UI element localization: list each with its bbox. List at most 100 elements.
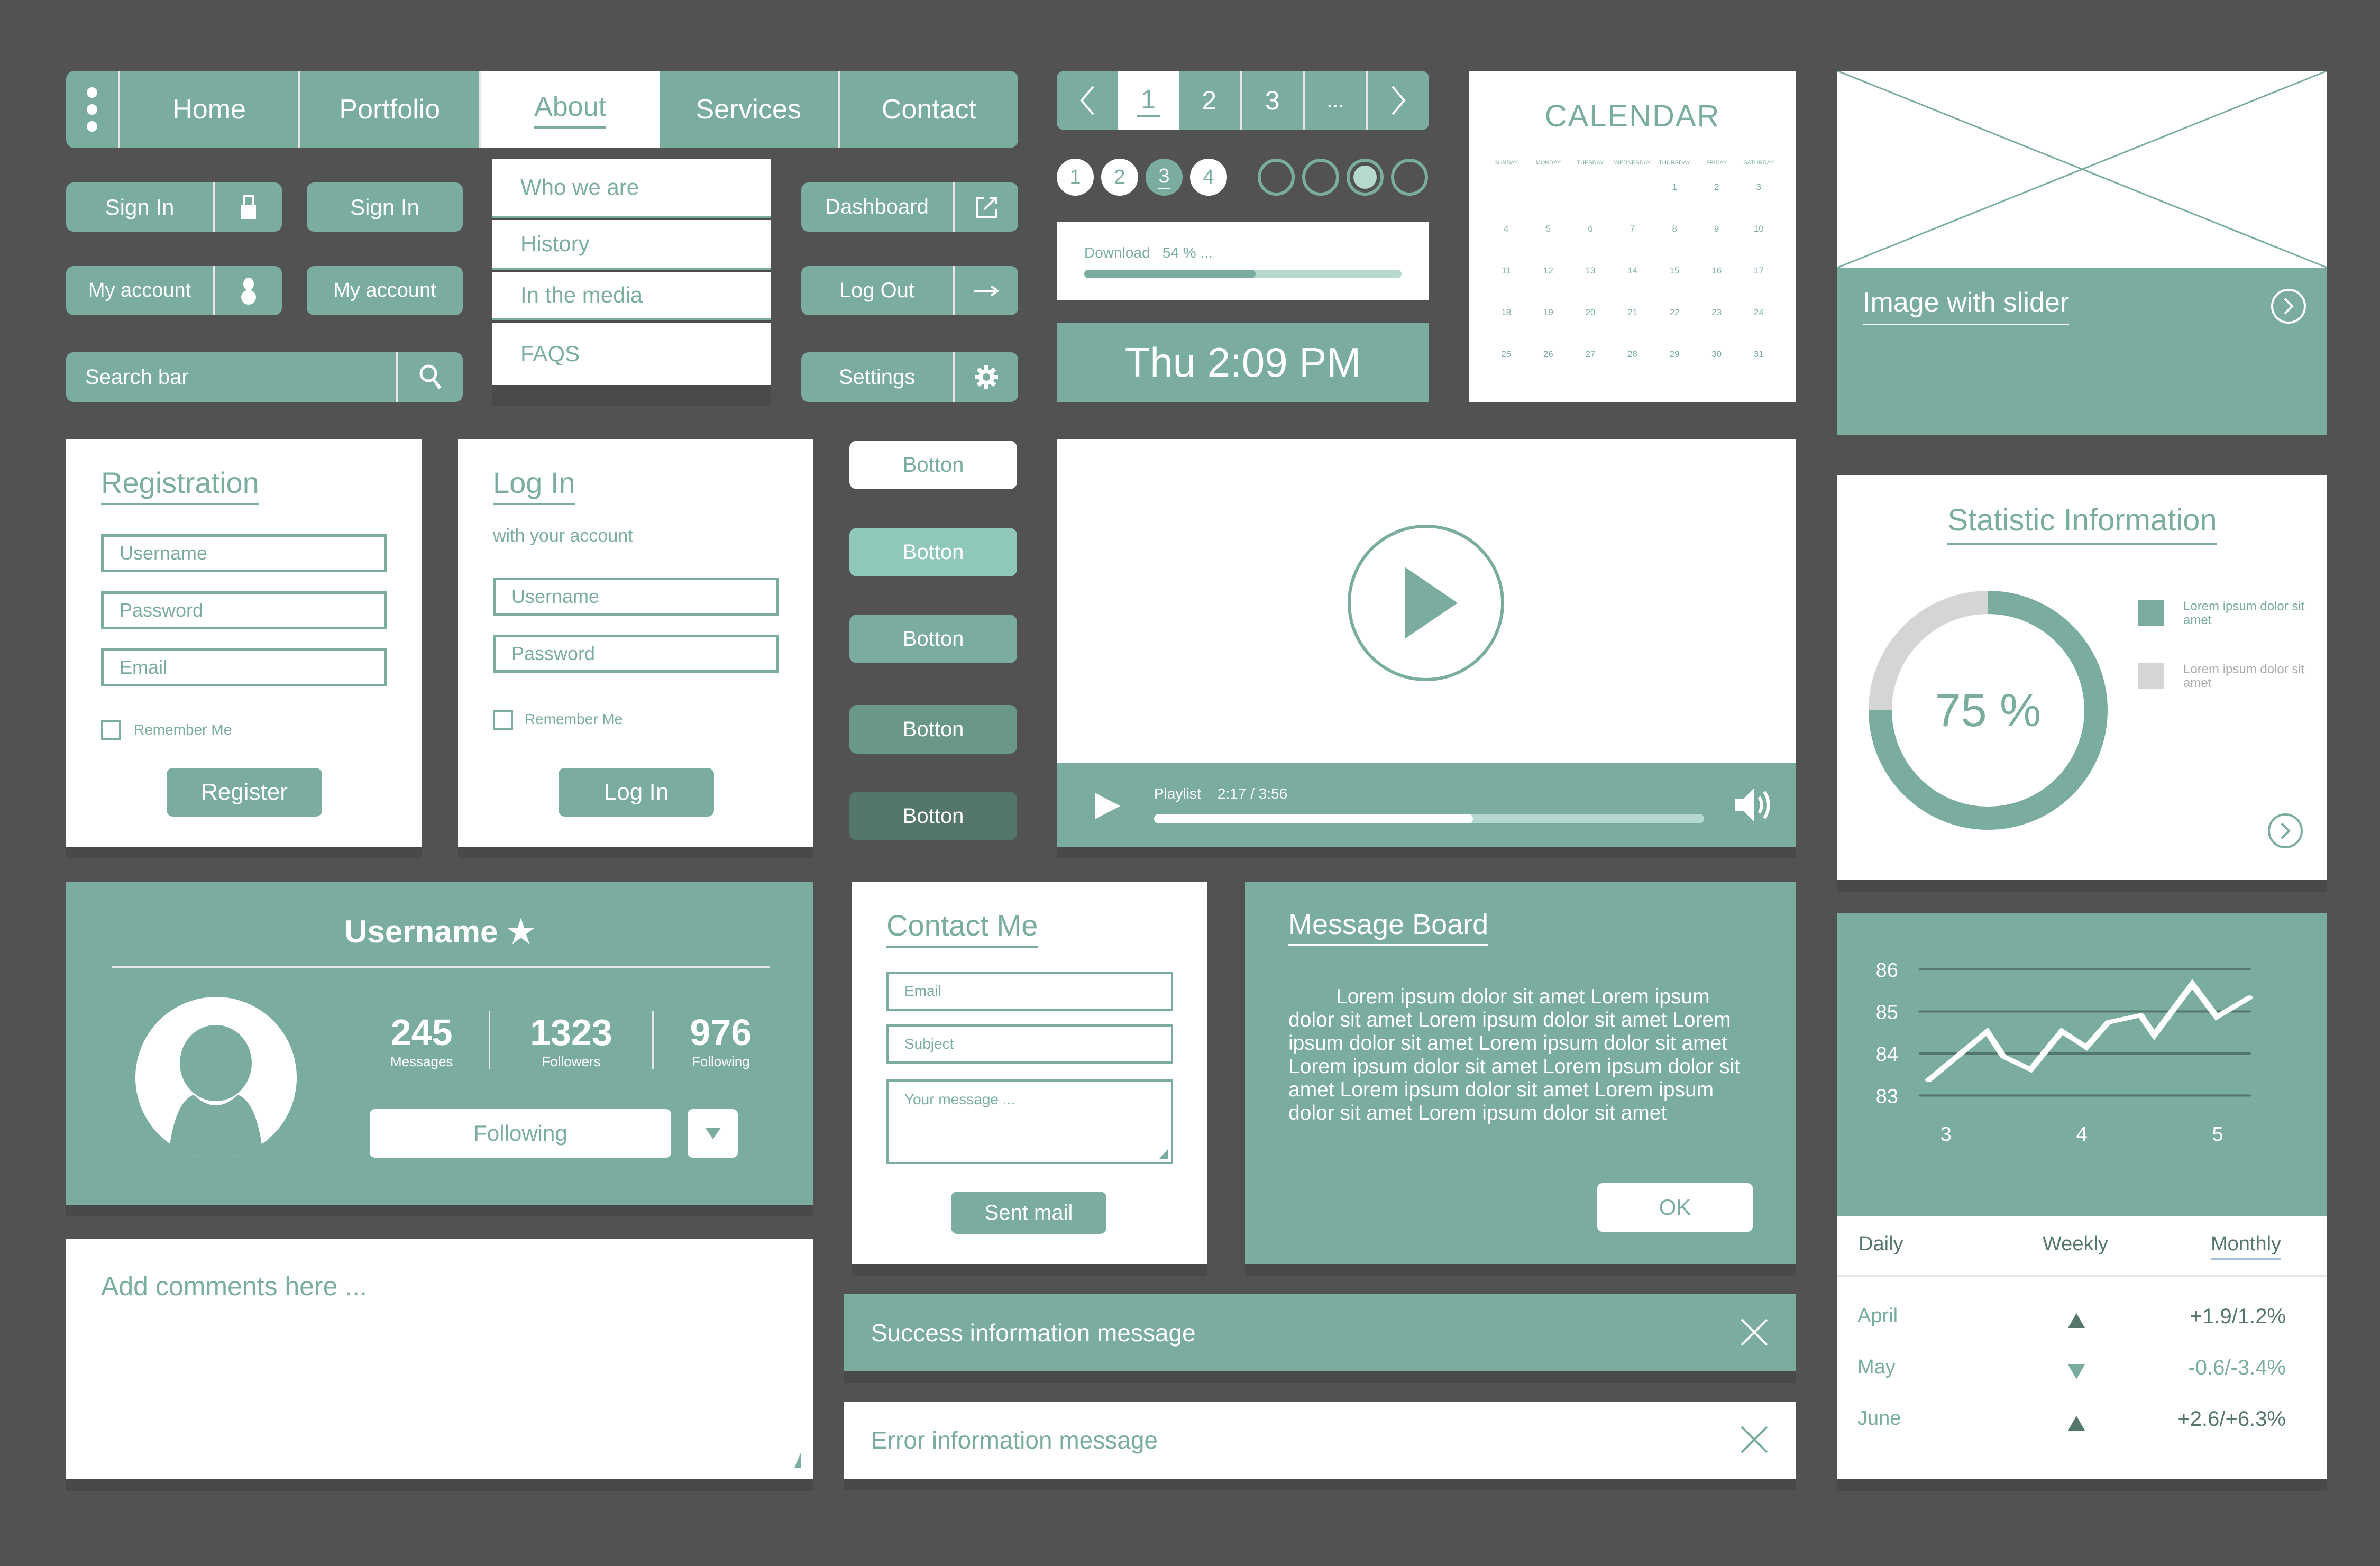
- calendar-day[interactable]: 29: [1653, 348, 1696, 390]
- login-button[interactable]: Log In: [559, 768, 714, 817]
- play-icon[interactable]: [1094, 793, 1120, 822]
- calendar-day[interactable]: 22: [1653, 306, 1696, 348]
- step-dot-3[interactable]: 3: [1146, 159, 1183, 196]
- radio-dot-3[interactable]: [1347, 159, 1384, 196]
- botton-light[interactable]: Botton: [849, 528, 1017, 576]
- calendar-day[interactable]: 19: [1527, 306, 1570, 348]
- pagination-ellipsis[interactable]: ...: [1305, 71, 1368, 130]
- tab-daily[interactable]: Daily: [1859, 1233, 1903, 1256]
- stats-next-icon[interactable]: [2268, 813, 2303, 848]
- botton-normal[interactable]: Botton: [849, 615, 1017, 663]
- nav-tab-services[interactable]: Services: [660, 71, 840, 148]
- nav-tab-contact[interactable]: Contact: [840, 71, 1018, 148]
- pagination-page-2[interactable]: 2: [1179, 71, 1242, 130]
- calendar-day[interactable]: 30: [1696, 348, 1738, 390]
- video-play-overlay-button[interactable]: [1347, 524, 1505, 682]
- registration-username-field[interactable]: Username: [101, 534, 387, 572]
- send-mail-button[interactable]: Sent mail: [951, 1192, 1106, 1234]
- search-icon[interactable]: [396, 352, 463, 402]
- step-dot-4[interactable]: 4: [1190, 159, 1227, 196]
- calendar-day[interactable]: 23: [1696, 306, 1738, 348]
- calendar-day[interactable]: 13: [1569, 264, 1612, 306]
- pagination-page-1[interactable]: 1: [1118, 71, 1179, 130]
- calendar-day[interactable]: 18: [1485, 306, 1527, 348]
- calendar-day[interactable]: 26: [1527, 348, 1570, 390]
- kebab-menu-icon[interactable]: [66, 71, 120, 148]
- step-dot-2[interactable]: 2: [1101, 159, 1138, 196]
- tab-weekly[interactable]: Weekly: [2043, 1233, 2108, 1256]
- following-button[interactable]: Following: [370, 1109, 671, 1158]
- calendar-day[interactable]: 7: [1612, 223, 1654, 264]
- radio-dot-4[interactable]: [1391, 159, 1428, 196]
- close-icon[interactable]: [1740, 1425, 1769, 1454]
- sign-in-lock-button[interactable]: Sign In: [66, 182, 282, 232]
- calendar-day[interactable]: 28: [1612, 348, 1654, 390]
- calendar-day[interactable]: 21: [1612, 306, 1654, 348]
- calendar-day[interactable]: 17: [1737, 264, 1780, 306]
- search-bar[interactable]: Search bar: [66, 352, 463, 402]
- pagination-next-button[interactable]: [1368, 71, 1429, 130]
- close-icon[interactable]: [1740, 1317, 1769, 1347]
- avatar[interactable]: [135, 997, 297, 1158]
- calendar-day[interactable]: 25: [1485, 348, 1527, 390]
- slider-next-icon[interactable]: [2271, 289, 2306, 324]
- calendar-day[interactable]: 3: [1737, 181, 1780, 223]
- calendar-day[interactable]: 15: [1653, 264, 1696, 306]
- dashboard-button[interactable]: Dashboard: [801, 182, 1018, 232]
- volume-icon[interactable]: [1734, 786, 1776, 826]
- calendar-day[interactable]: 16: [1696, 264, 1738, 306]
- calendar-day[interactable]: 2: [1696, 181, 1738, 223]
- calendar-day[interactable]: 20: [1569, 306, 1612, 348]
- login-password-field[interactable]: Password: [493, 635, 779, 673]
- calendar-day[interactable]: 31: [1737, 348, 1780, 390]
- contact-subject-field[interactable]: Subject: [886, 1024, 1173, 1064]
- settings-button[interactable]: Settings: [801, 352, 1018, 402]
- registration-email-field[interactable]: Email: [101, 648, 387, 686]
- nav-tab-portfolio[interactable]: Portfolio: [300, 71, 481, 148]
- step-dot-1[interactable]: 1: [1057, 159, 1094, 196]
- dropdown-item-in-the-media[interactable]: In the media: [492, 272, 771, 320]
- botton-dark[interactable]: Botton: [849, 705, 1017, 754]
- calendar-day[interactable]: 1: [1653, 181, 1696, 223]
- register-button[interactable]: Register: [167, 768, 322, 817]
- registration-remember-checkbox[interactable]: [101, 720, 121, 740]
- calendar-day[interactable]: 12: [1527, 264, 1570, 306]
- login-remember-checkbox[interactable]: [493, 710, 513, 730]
- dropdown-item-faqs[interactable]: FAQS: [492, 323, 771, 385]
- registration-password-field[interactable]: Password: [101, 591, 387, 629]
- botton-white[interactable]: Botton: [849, 441, 1017, 489]
- contact-email-field[interactable]: Email: [886, 972, 1173, 1011]
- calendar-day[interactable]: 6: [1569, 223, 1612, 264]
- follow-options-dropdown[interactable]: [688, 1109, 738, 1158]
- resize-handle-icon[interactable]: [794, 1453, 801, 1468]
- radio-dot-2[interactable]: [1302, 159, 1339, 196]
- nav-tab-home[interactable]: Home: [120, 71, 301, 148]
- pagination-prev-button[interactable]: [1057, 71, 1118, 130]
- sign-in-button[interactable]: Sign In: [307, 182, 463, 232]
- nav-tab-about[interactable]: About: [481, 71, 660, 148]
- calendar-day[interactable]: 27: [1569, 348, 1612, 390]
- pagination-page-3[interactable]: 3: [1242, 71, 1305, 130]
- resize-handle-icon[interactable]: [1159, 1149, 1168, 1159]
- contact-message-textarea[interactable]: Your message ...: [886, 1079, 1173, 1164]
- calendar-day[interactable]: 9: [1696, 223, 1738, 264]
- dropdown-item-who-we-are[interactable]: Who we are: [492, 159, 771, 218]
- radio-dot-1[interactable]: [1258, 159, 1295, 196]
- calendar-day[interactable]: 10: [1737, 223, 1780, 264]
- calendar-day[interactable]: 11: [1485, 264, 1527, 306]
- calendar-day[interactable]: 4: [1485, 223, 1527, 264]
- login-username-field[interactable]: Username: [493, 578, 779, 616]
- video-seek-bar[interactable]: [1154, 814, 1704, 823]
- calendar-day[interactable]: 14: [1612, 264, 1654, 306]
- botton-darker[interactable]: Botton: [849, 792, 1017, 840]
- logout-button[interactable]: Log Out: [801, 266, 1018, 315]
- calendar-day[interactable]: 8: [1653, 223, 1696, 264]
- calendar-day[interactable]: 24: [1737, 306, 1780, 348]
- calendar-day[interactable]: 5: [1527, 223, 1570, 264]
- ok-button[interactable]: OK: [1597, 1183, 1753, 1232]
- comments-textarea[interactable]: Add comments here ...: [66, 1239, 813, 1479]
- search-input[interactable]: Search bar: [66, 365, 396, 389]
- dropdown-item-history[interactable]: History: [492, 220, 771, 270]
- my-account-button[interactable]: My account: [307, 266, 463, 315]
- my-account-user-button[interactable]: My account: [66, 266, 282, 315]
